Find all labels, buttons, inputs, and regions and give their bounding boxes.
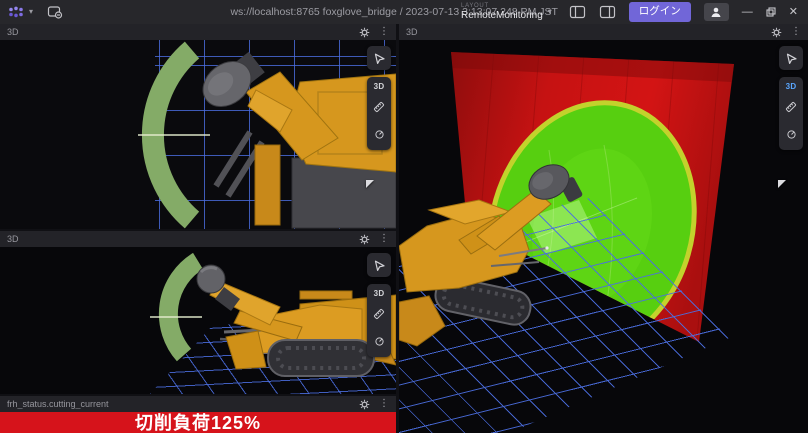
select-tool-button[interactable]: [367, 253, 391, 277]
panel-3d-perspective: 3D ⋮: [399, 24, 808, 433]
settings-gear-icon[interactable]: [771, 27, 782, 38]
layout-chevron-icon: ▾: [548, 8, 552, 16]
right-column: 3D ⋮: [399, 24, 808, 433]
panel-header: 3D ⋮: [0, 231, 396, 247]
scene-robot-front: [399, 40, 808, 433]
close-button[interactable]: ✕: [789, 7, 798, 18]
data-source-icon[interactable]: [47, 5, 63, 19]
viz-toolbar: 3D: [367, 46, 391, 150]
publish-point-button[interactable]: [374, 334, 385, 352]
left-column: 3D ⋮: [0, 24, 396, 433]
select-tool-button[interactable]: [367, 46, 391, 70]
scene-side-view: [0, 247, 396, 394]
foxglove-logo-icon[interactable]: [8, 5, 24, 19]
user-avatar-button[interactable]: [704, 3, 729, 21]
right-sidebar-toggle[interactable]: [599, 5, 616, 19]
cutting-load-alert: 切削負荷125%: [0, 412, 396, 433]
top-bar: ▾ ws://localhost:8765 foxglove_bridge / …: [0, 0, 808, 24]
panel-title: 3D: [406, 27, 762, 37]
toggle-3d-button[interactable]: 3D: [786, 82, 797, 91]
toggle-3d-button[interactable]: 3D: [374, 82, 385, 91]
pointer-cursor: [366, 180, 374, 188]
login-button[interactable]: ログイン: [629, 2, 691, 22]
robot-top-view: [194, 45, 396, 228]
panel-title: 3D: [7, 234, 350, 244]
panel-layout: 3D ⋮: [0, 24, 808, 433]
settings-gear-icon[interactable]: [359, 27, 370, 38]
publish-point-button[interactable]: [786, 127, 797, 145]
layout-selector[interactable]: LAYOUT RemoteMonitoring ▾: [461, 3, 552, 21]
minimize-button[interactable]: —: [742, 7, 753, 18]
app-menu-chevron-icon[interactable]: ▾: [29, 8, 33, 16]
topbar-left-group: ▾: [0, 5, 63, 19]
panel-title: 3D: [7, 27, 350, 37]
viz-toolbar: 3D: [367, 253, 391, 357]
cutting-range-arc: [168, 261, 198, 355]
viewport-side-view[interactable]: 3D: [0, 247, 396, 394]
scene-top-view: [0, 40, 396, 229]
panel-header: 3D ⋮: [399, 24, 808, 40]
restore-button[interactable]: [766, 7, 776, 17]
layout-selector-labels: LAYOUT RemoteMonitoring: [461, 3, 543, 21]
topbar-right-group: LAYOUT RemoteMonitoring ▾ ログイン: [461, 0, 798, 24]
viz-tool-group: 3D: [779, 77, 803, 150]
viz-tool-group: 3D: [367, 77, 391, 150]
measure-tool-button[interactable]: [373, 307, 385, 325]
layout-caption: LAYOUT: [461, 3, 543, 9]
viewport-perspective[interactable]: 3D: [399, 40, 808, 433]
panel-menu-icon[interactable]: ⋮: [379, 399, 389, 409]
panel-menu-icon[interactable]: ⋮: [791, 27, 801, 37]
toggle-3d-button[interactable]: 3D: [374, 289, 385, 298]
app-window: ▾ ws://localhost:8765 foxglove_bridge / …: [0, 0, 808, 433]
panel-3d-side-view: 3D ⋮: [0, 231, 396, 394]
publish-point-button[interactable]: [374, 127, 385, 145]
pointer-cursor: [778, 180, 786, 188]
panel-cutting-load-indicator: frh_status.cutting_current ⋮ 切削負荷125%: [0, 396, 396, 433]
panel-3d-top-view: 3D ⋮: [0, 24, 396, 229]
layout-name: RemoteMonitoring: [461, 11, 543, 21]
viz-toolbar: 3D: [779, 46, 803, 150]
person-icon: [710, 6, 722, 18]
measure-tool-button[interactable]: [373, 100, 385, 118]
robot-perspective-view: [399, 157, 583, 346]
panel-title: frh_status.cutting_current: [7, 399, 350, 409]
select-tool-button[interactable]: [779, 46, 803, 70]
viewport-top-view[interactable]: 3D: [0, 40, 396, 229]
panel-header: 3D ⋮: [0, 24, 396, 40]
panel-header: frh_status.cutting_current ⋮: [0, 396, 396, 412]
panel-menu-icon[interactable]: ⋮: [379, 234, 389, 244]
settings-gear-icon[interactable]: [359, 234, 370, 245]
left-sidebar-toggle[interactable]: [569, 5, 586, 19]
measure-tool-button[interactable]: [785, 100, 797, 118]
settings-gear-icon[interactable]: [359, 399, 370, 410]
cutting-load-value: 切削負荷125%: [135, 414, 261, 432]
panel-menu-icon[interactable]: ⋮: [379, 27, 389, 37]
viz-tool-group: 3D: [367, 284, 391, 357]
